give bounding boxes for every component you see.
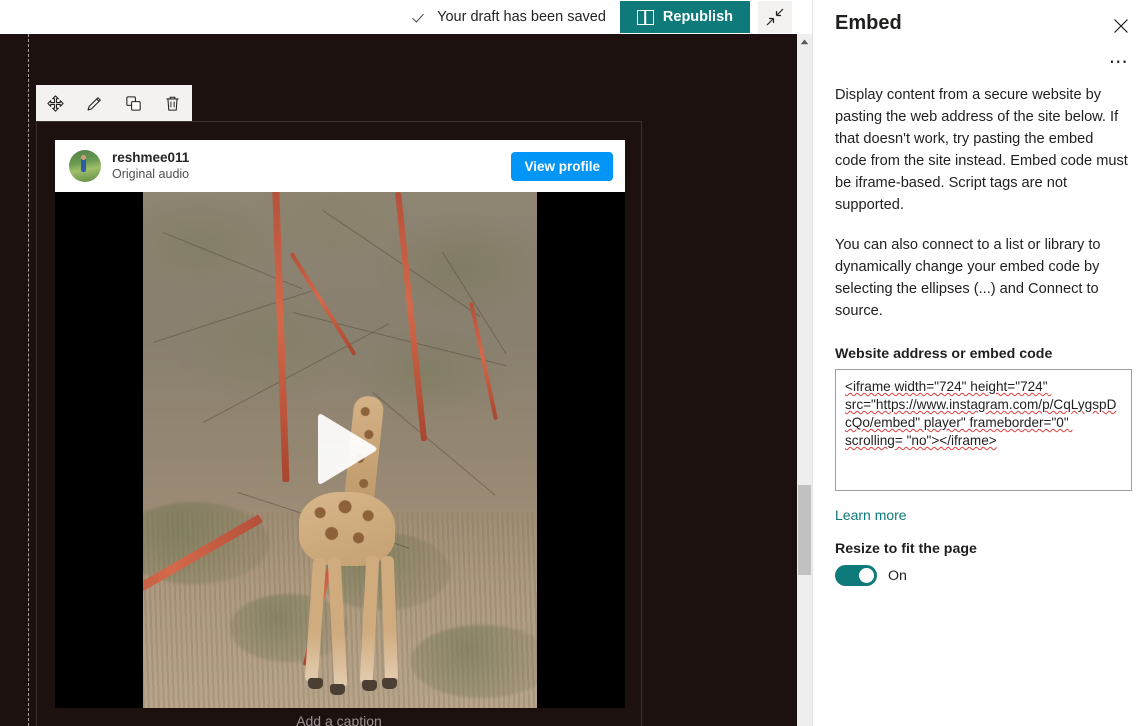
scroll-up-arrow-icon[interactable] bbox=[797, 34, 812, 50]
giraffe-leg bbox=[304, 557, 327, 683]
close-icon[interactable] bbox=[1106, 12, 1132, 38]
giraffe-hoof bbox=[362, 680, 377, 691]
giraffe-body bbox=[299, 492, 395, 566]
section-boundary-rail bbox=[28, 34, 29, 726]
check-icon bbox=[412, 9, 428, 25]
view-profile-button[interactable]: View profile bbox=[511, 151, 613, 181]
giraffe-hoof bbox=[308, 678, 323, 689]
toggle-knob bbox=[859, 568, 874, 583]
play-triangle-icon[interactable] bbox=[292, 402, 388, 498]
caption-placeholder[interactable]: Add a caption bbox=[36, 708, 642, 726]
property-pane-header: Embed ⋯ bbox=[813, 0, 1143, 72]
collapse-diagonal-icon bbox=[766, 8, 784, 26]
giraffe bbox=[275, 394, 425, 708]
instagram-username[interactable]: reshmee011 bbox=[112, 150, 189, 167]
giraffe-hoof bbox=[382, 678, 397, 689]
pencil-icon[interactable] bbox=[80, 88, 110, 118]
save-status: Your draft has been saved bbox=[412, 9, 606, 25]
property-pane-body: Display content from a secure website by… bbox=[813, 84, 1143, 726]
giraffe-leg bbox=[380, 555, 399, 683]
video-frame bbox=[143, 192, 537, 708]
instagram-card-header: reshmee011 Original audio View profile bbox=[55, 140, 625, 192]
trash-icon[interactable] bbox=[158, 88, 188, 118]
republish-label: Republish bbox=[662, 9, 733, 25]
giraffe-hoof bbox=[330, 684, 345, 695]
two-pane-icon bbox=[636, 9, 654, 25]
embed-description-paragraph-1: Display content from a secure website by… bbox=[835, 87, 1128, 213]
ellipsis-icon[interactable]: ⋯ bbox=[1106, 52, 1132, 74]
giraffe-leg bbox=[359, 555, 380, 685]
instagram-embed-card[interactable]: reshmee011 Original audio View profile bbox=[55, 140, 625, 708]
top-command-bar: Your draft has been saved Republish bbox=[0, 0, 812, 34]
learn-more-link[interactable]: Learn more bbox=[835, 507, 907, 523]
embed-code-input[interactable] bbox=[835, 369, 1132, 491]
resize-toggle-state: On bbox=[888, 567, 907, 584]
canvas-scrollbar-thumb[interactable] bbox=[798, 485, 811, 575]
instagram-account-meta: reshmee011 Original audio bbox=[112, 150, 189, 183]
canvas-scrollbar[interactable] bbox=[797, 34, 812, 726]
sharepoint-page-editor: Your draft has been saved Republish resh… bbox=[0, 0, 1143, 726]
avatar-head bbox=[81, 155, 86, 160]
embed-description-paragraph-2: You can also connect to a list or librar… bbox=[835, 237, 1101, 319]
page-title: Embed bbox=[835, 12, 902, 34]
resize-to-fit-toggle[interactable] bbox=[835, 565, 877, 586]
duplicate-icon[interactable] bbox=[119, 88, 149, 118]
collapse-pane-button[interactable] bbox=[758, 1, 792, 33]
instagram-video-player[interactable] bbox=[55, 192, 625, 708]
embed-property-pane: Embed ⋯ Display content from a secure we… bbox=[812, 0, 1143, 726]
republish-button[interactable]: Republish bbox=[619, 1, 750, 33]
move-arrows-icon[interactable] bbox=[41, 88, 71, 118]
instagram-audio-label: Original audio bbox=[112, 166, 190, 181]
giraffe-leg bbox=[327, 557, 348, 689]
page-canvas: reshmee011 Original audio View profile A… bbox=[0, 34, 812, 726]
avatar[interactable] bbox=[69, 150, 101, 182]
embed-code-field-label: Website address or embed code bbox=[835, 346, 1053, 362]
resize-toggle-label: Resize to fit the page bbox=[835, 541, 977, 557]
webpart-toolbar bbox=[36, 85, 192, 121]
avatar-figure bbox=[81, 158, 86, 172]
save-status-text: Your draft has been saved bbox=[437, 9, 606, 25]
bush bbox=[410, 625, 537, 698]
resize-toggle-row: On bbox=[835, 565, 1129, 586]
